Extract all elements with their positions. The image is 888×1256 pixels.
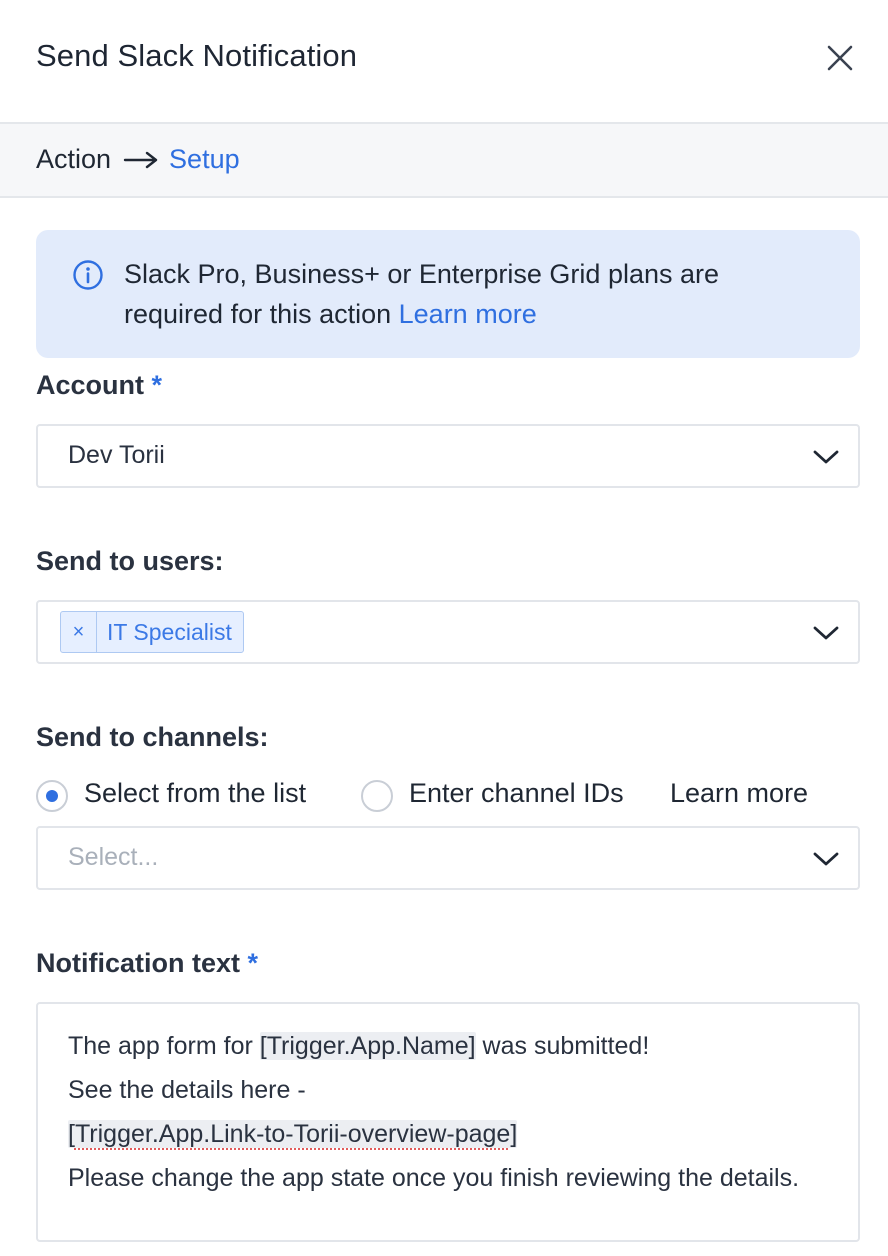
channels-select-placeholder: Select...: [68, 843, 159, 871]
account-select-value: Dev Torii: [68, 441, 165, 469]
radio-select-from-list-label[interactable]: Select from the list: [84, 778, 306, 809]
variable-token: [Trigger.App.Link-to-Torii-overview-page…: [68, 1120, 518, 1148]
info-learn-more-link[interactable]: Learn more: [399, 299, 537, 329]
breadcrumb-setup[interactable]: Setup: [169, 144, 240, 175]
breadcrumb-action[interactable]: Action: [36, 144, 111, 175]
send-to-users-label: Send to users:: [36, 546, 224, 576]
radio-enter-channel-ids[interactable]: [361, 780, 393, 812]
notification-line-1: The app form for [Trigger.App.Name] was …: [68, 1024, 828, 1068]
modal-header: Send Slack Notification: [0, 0, 888, 122]
channel-mode-radio-group: Select from the list Enter channel IDs L…: [36, 778, 860, 818]
chevron-down-icon[interactable]: [812, 850, 840, 868]
channels-learn-more-link[interactable]: Learn more: [670, 778, 808, 809]
chevron-down-icon[interactable]: [812, 624, 840, 642]
notification-line-2: See the details here -: [68, 1076, 306, 1104]
bracket-close: ]: [510, 1120, 518, 1148]
required-marker: *: [151, 370, 163, 400]
radio-enter-channel-ids-label[interactable]: Enter channel IDs: [409, 778, 624, 809]
required-marker: *: [247, 948, 259, 978]
variable-token: [Trigger.App.Name]: [259, 1032, 476, 1060]
send-to-channels-label: Send to channels:: [36, 722, 269, 752]
bracket-open: [: [68, 1120, 75, 1148]
account-label-text: Account: [36, 370, 144, 400]
user-tag-label: IT Specialist: [107, 618, 232, 645]
info-text: Slack Pro, Business+ or Enterprise Grid …: [124, 254, 824, 334]
users-multiselect[interactable]: × IT Specialist: [36, 600, 860, 664]
notification-text-label: Notification text *: [36, 948, 258, 979]
variable-token-body: Trigger.App.Link-to-Torii-overview-page: [74, 1120, 511, 1148]
breadcrumb: Action Setup: [0, 122, 888, 198]
info-banner: Slack Pro, Business+ or Enterprise Grid …: [36, 230, 860, 358]
notification-textarea[interactable]: The app form for [Trigger.App.Name] was …: [36, 1002, 860, 1242]
notification-label-text: Notification text: [36, 948, 241, 978]
radio-select-from-list[interactable]: [36, 780, 68, 812]
arrow-right-icon: [123, 151, 158, 168]
notification-text-content: The app form for [Trigger.App.Name] was …: [68, 1024, 828, 1200]
account-select[interactable]: Dev Torii: [36, 424, 860, 488]
modal-title: Send Slack Notification: [36, 38, 358, 73]
channels-select[interactable]: Select...: [36, 826, 860, 890]
notification-line-4: Please change the app state once you fin…: [68, 1164, 800, 1192]
user-tag: × IT Specialist: [60, 611, 244, 653]
account-label: Account *: [36, 370, 162, 401]
text-segment: The app form for: [68, 1032, 260, 1060]
text-segment: was submitted!: [475, 1032, 650, 1060]
remove-tag-icon[interactable]: ×: [61, 612, 97, 652]
chevron-down-icon[interactable]: [812, 448, 840, 466]
info-icon: [73, 260, 103, 290]
notification-line-3: [Trigger.App.Link-to-Torii-overview-page…: [68, 1112, 828, 1156]
close-icon[interactable]: [820, 38, 860, 78]
